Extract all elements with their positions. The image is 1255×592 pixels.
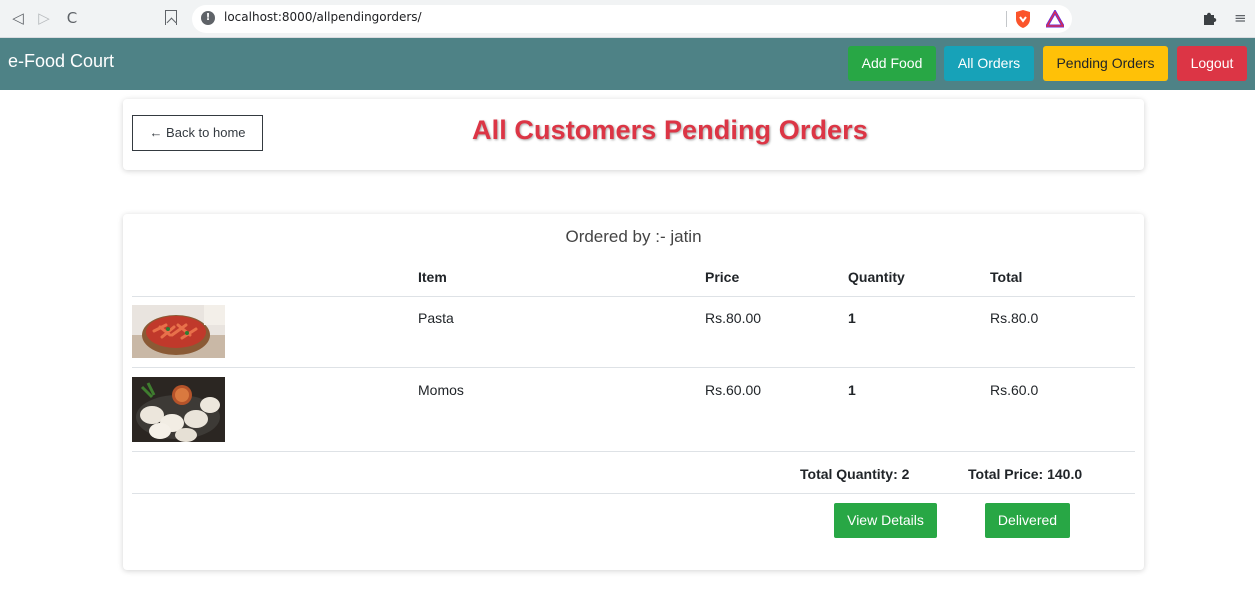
item-total: Rs.80.0	[990, 310, 1039, 326]
brave-rewards-icon[interactable]	[1046, 10, 1064, 28]
divider	[132, 493, 1135, 494]
delivered-button[interactable]: Delivered	[985, 503, 1070, 538]
item-name: Momos	[418, 382, 464, 398]
column-header-price: Price	[705, 269, 740, 285]
menu-icon[interactable]: ≡	[1234, 10, 1247, 26]
column-header-quantity: Quantity	[848, 269, 905, 285]
order-card: Ordered by :- jatin Item Price Quantity …	[123, 214, 1144, 570]
page-title: All Customers Pending Orders	[472, 115, 868, 145]
column-header-item: Item	[418, 269, 447, 285]
view-details-button[interactable]: View Details	[834, 503, 937, 538]
item-quantity: 1	[848, 310, 856, 326]
divider	[1006, 11, 1007, 27]
navbar: e-Food Court Add Food All Orders Pending…	[0, 38, 1255, 90]
url-text[interactable]: localhost:8000/allpendingorders/	[224, 10, 422, 24]
add-food-button[interactable]: Add Food	[848, 46, 936, 81]
momos-image	[132, 377, 225, 442]
total-price: Total Price: 140.0	[968, 466, 1083, 482]
brave-shield-icon[interactable]	[1014, 9, 1032, 29]
logout-button[interactable]: Logout	[1177, 46, 1247, 81]
extensions-icon[interactable]	[1201, 10, 1217, 26]
brand-logo-text[interactable]: e-Food Court	[8, 51, 114, 72]
pending-orders-button[interactable]: Pending Orders	[1043, 46, 1168, 81]
forward-icon[interactable]: ▷	[34, 8, 54, 28]
all-orders-button[interactable]: All Orders	[944, 46, 1034, 81]
item-name: Pasta	[418, 310, 454, 326]
reload-icon[interactable]: C	[62, 8, 82, 28]
back-icon[interactable]: ◁	[8, 8, 28, 28]
total-quantity: Total Quantity: 2	[800, 466, 910, 482]
header-card: ← Back to home All Customers Pending Ord…	[123, 99, 1144, 170]
divider	[132, 451, 1135, 452]
item-price: Rs.80.00	[705, 310, 762, 326]
item-quantity: 1	[848, 382, 856, 398]
item-price: Rs.60.00	[705, 382, 762, 398]
browser-toolbar: ◁ ▷ C ! localhost:8000/allpendingorders/…	[0, 0, 1255, 38]
divider	[132, 367, 1135, 368]
ordered-by-label: Ordered by :- jatin	[565, 227, 702, 246]
divider	[132, 296, 1135, 297]
info-icon[interactable]: !	[201, 11, 215, 25]
column-header-total: Total	[990, 269, 1023, 285]
item-total: Rs.60.0	[990, 382, 1039, 398]
back-to-home-button[interactable]: ← Back to home	[132, 115, 263, 151]
bookmark-icon[interactable]	[165, 10, 177, 25]
pasta-image	[132, 305, 225, 358]
